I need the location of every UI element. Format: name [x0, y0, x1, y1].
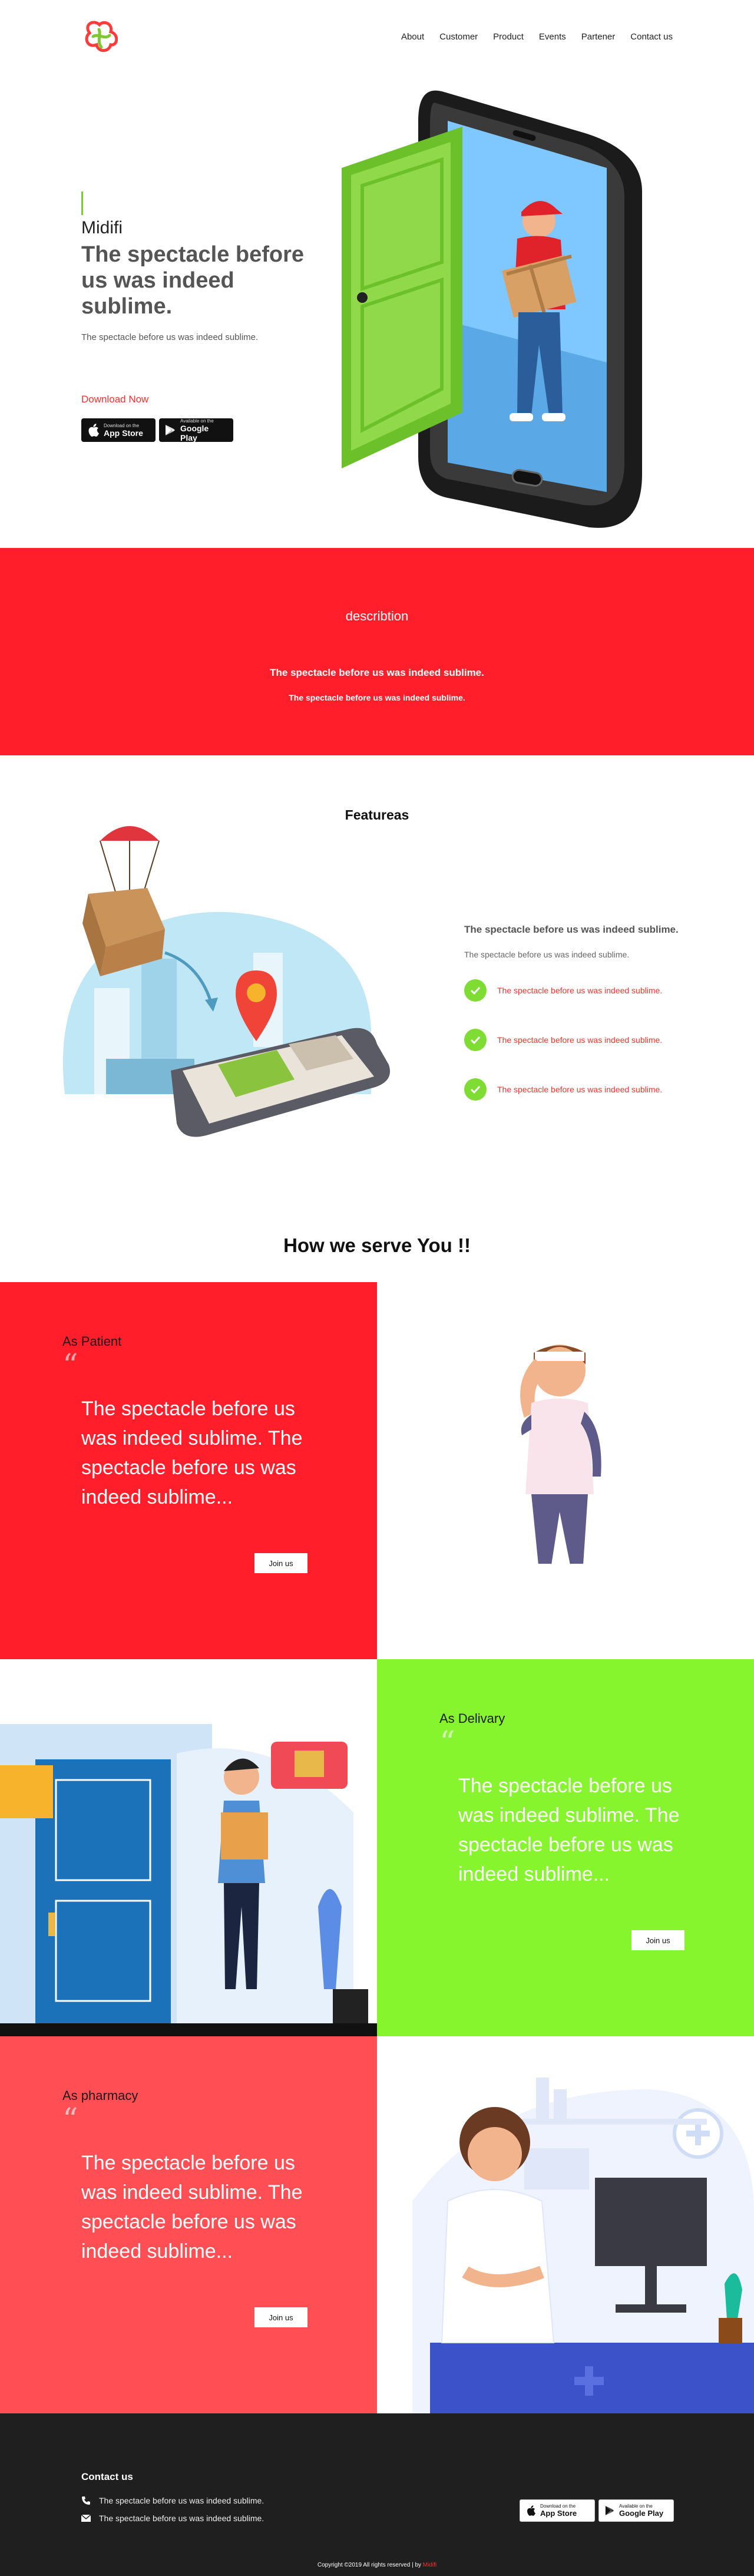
google-play-text: Available on the Google Play	[180, 418, 227, 442]
app-store-big: App Store	[104, 428, 143, 438]
check-icon	[464, 1078, 487, 1101]
logo-icon[interactable]	[81, 20, 118, 57]
google-play-small: Available on the	[180, 418, 214, 424]
nav-item-product[interactable]: Product	[493, 32, 524, 42]
footer-title: Contact us	[81, 2471, 133, 2482]
apple-icon	[527, 2505, 535, 2516]
google-play-big: Google Play	[619, 2509, 664, 2518]
description-section: describtion The spectacle before us was …	[0, 548, 754, 755]
nav-item-partener[interactable]: Partener	[581, 32, 616, 42]
pharmacy-block: As pharmacy “ The spectacle before us wa…	[0, 2036, 377, 2413]
hero-accent-bar	[81, 191, 83, 215]
feature-item-text: The spectacle before us was indeed subli…	[497, 1085, 663, 1094]
footer-email-text: The spectacle before us was indeed subli…	[99, 2514, 264, 2523]
patient-block: As Patient “ The spectacle before us was…	[0, 1282, 377, 1659]
google-play-icon	[605, 2506, 614, 2515]
join-us-button[interactable]: Join us	[254, 1553, 307, 1573]
features-illustration	[62, 826, 390, 1137]
pharmacy-illustration-block	[377, 2036, 754, 2413]
footer: Contact us The spectacle before us was i…	[0, 2413, 754, 2576]
patient-text: The spectacle before us was indeed subli…	[81, 1398, 303, 1508]
copyright-text: Copyright ©2019 All rights reserved | by	[317, 2562, 423, 2568]
feature-item: The spectacle before us was indeed subli…	[464, 1078, 662, 1101]
features-paragraph: The spectacle before us was indeed subli…	[464, 950, 630, 959]
footer-email: The spectacle before us was indeed subli…	[81, 2514, 264, 2523]
phone-icon	[82, 2496, 90, 2505]
check-icon	[464, 1029, 487, 1051]
footer-google-play-text: Available on the Google Play	[619, 2504, 663, 2518]
hero-section: Midifi The spectacle before us was indee…	[0, 77, 754, 548]
delivery-label: As Delivary	[439, 1711, 505, 1726]
google-play-icon	[166, 425, 175, 435]
serve-title: How we serve You !!	[283, 1234, 471, 1256]
description-line-2: The spectacle before us was indeed subli…	[289, 693, 465, 702]
feature-item: The spectacle before us was indeed subli…	[464, 1029, 662, 1051]
nav-item-about[interactable]: About	[401, 32, 424, 42]
footer-google-play-button[interactable]: Available on the Google Play	[598, 2499, 674, 2522]
quote-icon: “	[439, 1725, 455, 1761]
nav-item-contact[interactable]: Contact us	[630, 32, 673, 42]
quote-icon: “	[62, 2102, 78, 2138]
features-section: Featureas The spectacle before us was in…	[0, 755, 754, 1227]
download-now-label: Download Now	[81, 394, 149, 405]
mail-icon	[81, 2515, 91, 2522]
footer-app-store-button[interactable]: Download on the App Store	[520, 2499, 595, 2522]
app-store-text: Download on the App Store	[104, 423, 143, 438]
apple-icon	[88, 424, 99, 437]
description-line-1: The spectacle before us was indeed subli…	[270, 667, 484, 678]
pharmacy-illustration	[412, 2078, 754, 2413]
patient-illustration-block	[377, 1282, 754, 1659]
app-store-small: Download on the	[540, 2504, 576, 2509]
delivery-block: As Delivary “ The spectacle before us wa…	[377, 1659, 754, 2036]
hero-brand: Midifi	[81, 218, 123, 237]
app-store-button[interactable]: Download on the App Store	[81, 418, 156, 442]
nav-item-events[interactable]: Events	[539, 32, 566, 42]
quote-icon: “	[62, 1348, 78, 1383]
nav-item-customer[interactable]: Customer	[439, 32, 478, 42]
copyright-brand-link[interactable]: Midifi	[423, 2562, 436, 2568]
delivery-illustration	[0, 1724, 377, 2036]
patient-label: As Patient	[62, 1334, 122, 1349]
google-play-big: Google Play	[180, 423, 209, 442]
footer-phone: The spectacle before us was indeed subli…	[81, 2496, 264, 2505]
google-play-small: Available on the	[619, 2504, 653, 2509]
pharmacy-label: As pharmacy	[62, 2088, 138, 2103]
header: About Customer Product Events Partener C…	[0, 0, 754, 77]
feature-item-text: The spectacle before us was indeed subli…	[497, 1035, 663, 1045]
hero-title: The spectacle before us was indeed subli…	[81, 242, 305, 319]
join-us-button[interactable]: Join us	[631, 1930, 684, 1950]
app-store-small: Download on the	[104, 422, 140, 428]
delivery-text: The spectacle before us was indeed subli…	[458, 1775, 680, 1885]
footer-phone-text: The spectacle before us was indeed subli…	[99, 2496, 264, 2505]
patient-illustration	[520, 1345, 601, 1570]
copyright: Copyright ©2019 All rights reserved | by…	[0, 2562, 754, 2568]
hero-illustration	[342, 90, 642, 528]
google-play-button[interactable]: Available on the Google Play	[159, 418, 233, 442]
hero-subtitle: The spectacle before us was indeed subli…	[81, 332, 259, 342]
feature-item-text: The spectacle before us was indeed subli…	[497, 986, 663, 995]
join-us-button[interactable]: Join us	[254, 2307, 307, 2327]
app-store-big: App Store	[540, 2509, 577, 2518]
features-heading: The spectacle before us was indeed subli…	[464, 924, 679, 935]
main-menu: About Customer Product Events Partener C…	[401, 32, 673, 42]
check-icon	[464, 979, 487, 1002]
description-title: describtion	[345, 609, 409, 623]
feature-item: The spectacle before us was indeed subli…	[464, 979, 662, 1002]
footer-app-store-text: Download on the App Store	[540, 2504, 577, 2518]
pharmacy-text: The spectacle before us was indeed subli…	[81, 2152, 303, 2263]
delivery-illustration-block	[0, 1659, 377, 2036]
